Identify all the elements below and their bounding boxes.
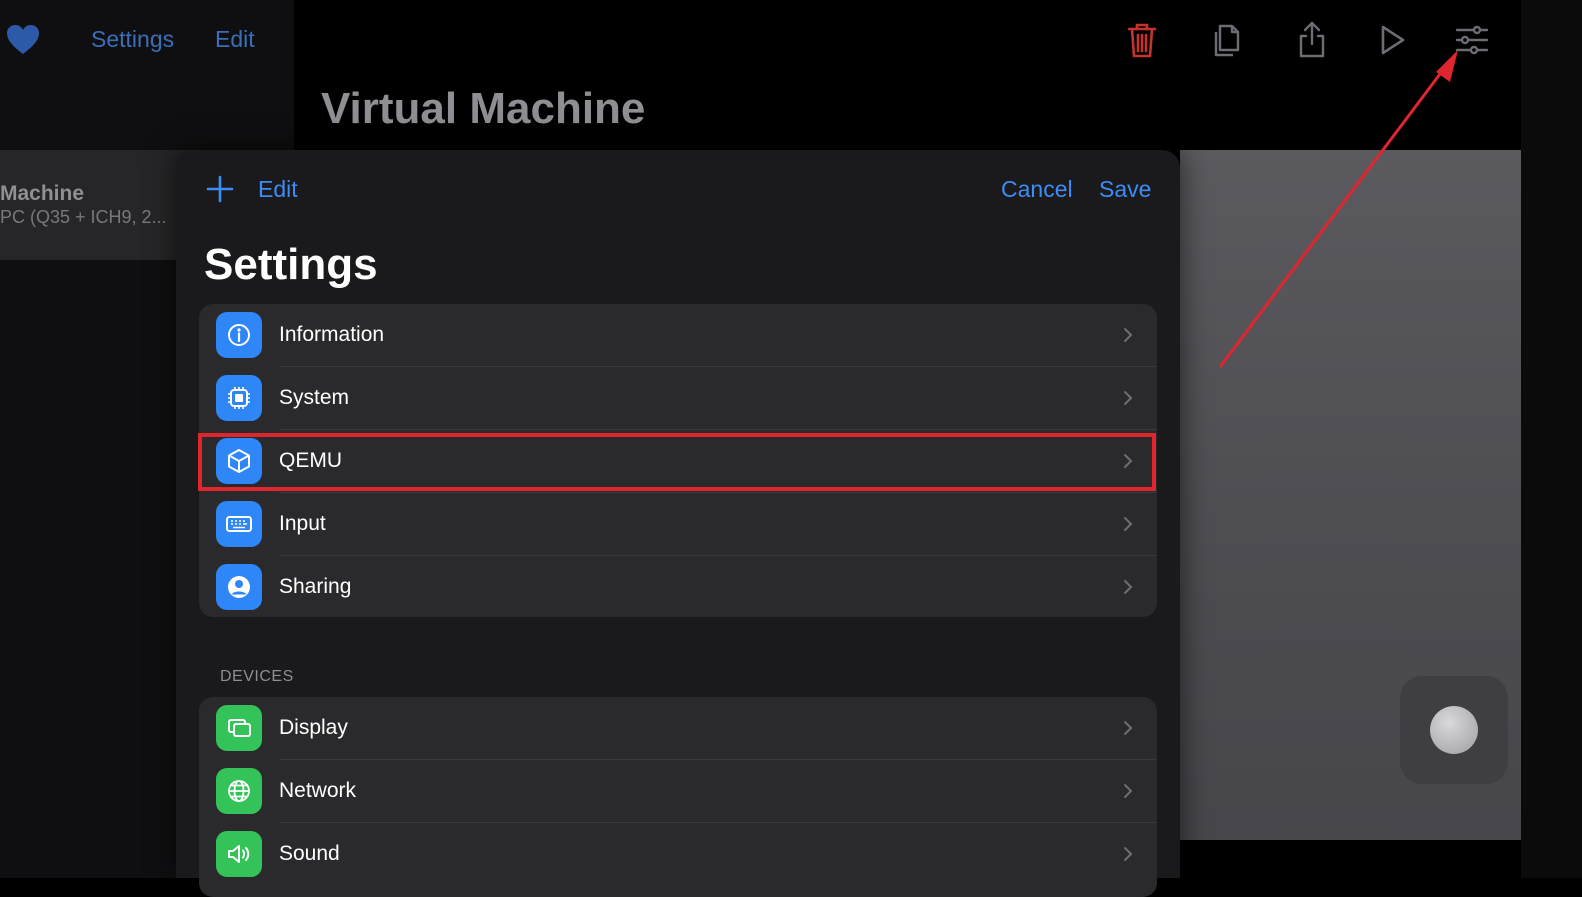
sheet-title: Settings bbox=[204, 240, 378, 289]
settings-row-display[interactable]: Display bbox=[199, 697, 1157, 760]
chevron-right-icon bbox=[1121, 513, 1135, 535]
settings-row-sharing[interactable]: Sharing bbox=[199, 556, 1157, 617]
sidebar-edit-link[interactable]: Edit bbox=[215, 26, 255, 53]
chevron-right-icon bbox=[1121, 387, 1135, 409]
general-settings-group: Information System QEMU Input Sharing bbox=[199, 304, 1157, 617]
chevron-right-icon bbox=[1121, 780, 1135, 802]
row-label: Sound bbox=[279, 842, 340, 865]
row-label: Display bbox=[279, 716, 348, 739]
info-icon bbox=[216, 312, 262, 358]
vm-item-subtitle: PC (Q35 + ICH9, 2... bbox=[0, 207, 167, 227]
trash-icon[interactable] bbox=[1120, 18, 1164, 62]
devices-settings-group: Display Network Sound bbox=[199, 697, 1157, 897]
play-icon[interactable] bbox=[1370, 18, 1414, 62]
display-icon bbox=[216, 705, 262, 751]
settings-row-system[interactable]: System bbox=[199, 367, 1157, 430]
chevron-right-icon bbox=[1121, 450, 1135, 472]
globe-icon bbox=[216, 768, 262, 814]
row-label: System bbox=[279, 386, 350, 409]
chevron-right-icon bbox=[1121, 576, 1135, 598]
page-title: Virtual Machine bbox=[321, 84, 646, 133]
plus-icon[interactable] bbox=[204, 173, 236, 205]
chevron-right-icon bbox=[1121, 717, 1135, 739]
window-edge bbox=[1521, 0, 1582, 878]
settings-row-qemu[interactable]: QEMU bbox=[199, 430, 1157, 493]
sheet-edit-button[interactable]: Edit bbox=[258, 176, 298, 203]
row-label: Information bbox=[279, 323, 385, 346]
settings-row-sound[interactable]: Sound bbox=[199, 823, 1157, 886]
cpu-icon bbox=[216, 375, 262, 421]
row-label: Network bbox=[279, 779, 357, 802]
cube-icon bbox=[216, 438, 262, 484]
speaker-icon bbox=[216, 831, 262, 877]
person-icon bbox=[216, 564, 262, 610]
chevron-right-icon bbox=[1121, 324, 1135, 346]
settings-row-input[interactable]: Input bbox=[199, 493, 1157, 556]
preview-bottom-bar bbox=[1180, 840, 1521, 878]
settings-row-information[interactable]: Information bbox=[199, 304, 1157, 367]
vm-item-title: Machine bbox=[0, 182, 85, 205]
settings-row-network[interactable]: Network bbox=[199, 760, 1157, 823]
row-label: Sharing bbox=[279, 575, 352, 598]
row-label: QEMU bbox=[279, 449, 342, 472]
devices-section-header: DEVICES bbox=[220, 668, 294, 685]
cancel-button[interactable]: Cancel bbox=[1001, 176, 1073, 203]
chevron-right-icon bbox=[1121, 843, 1135, 865]
clone-icon[interactable] bbox=[1205, 18, 1249, 62]
joystick-knob[interactable] bbox=[1430, 706, 1478, 754]
row-label: Input bbox=[279, 512, 326, 535]
keyboard-icon bbox=[216, 501, 262, 547]
share-icon[interactable] bbox=[1290, 18, 1334, 62]
heart-icon[interactable] bbox=[6, 24, 40, 56]
settings-sliders-icon[interactable] bbox=[1450, 18, 1494, 62]
save-button[interactable]: Save bbox=[1099, 176, 1151, 203]
sidebar-settings-link[interactable]: Settings bbox=[91, 26, 174, 53]
